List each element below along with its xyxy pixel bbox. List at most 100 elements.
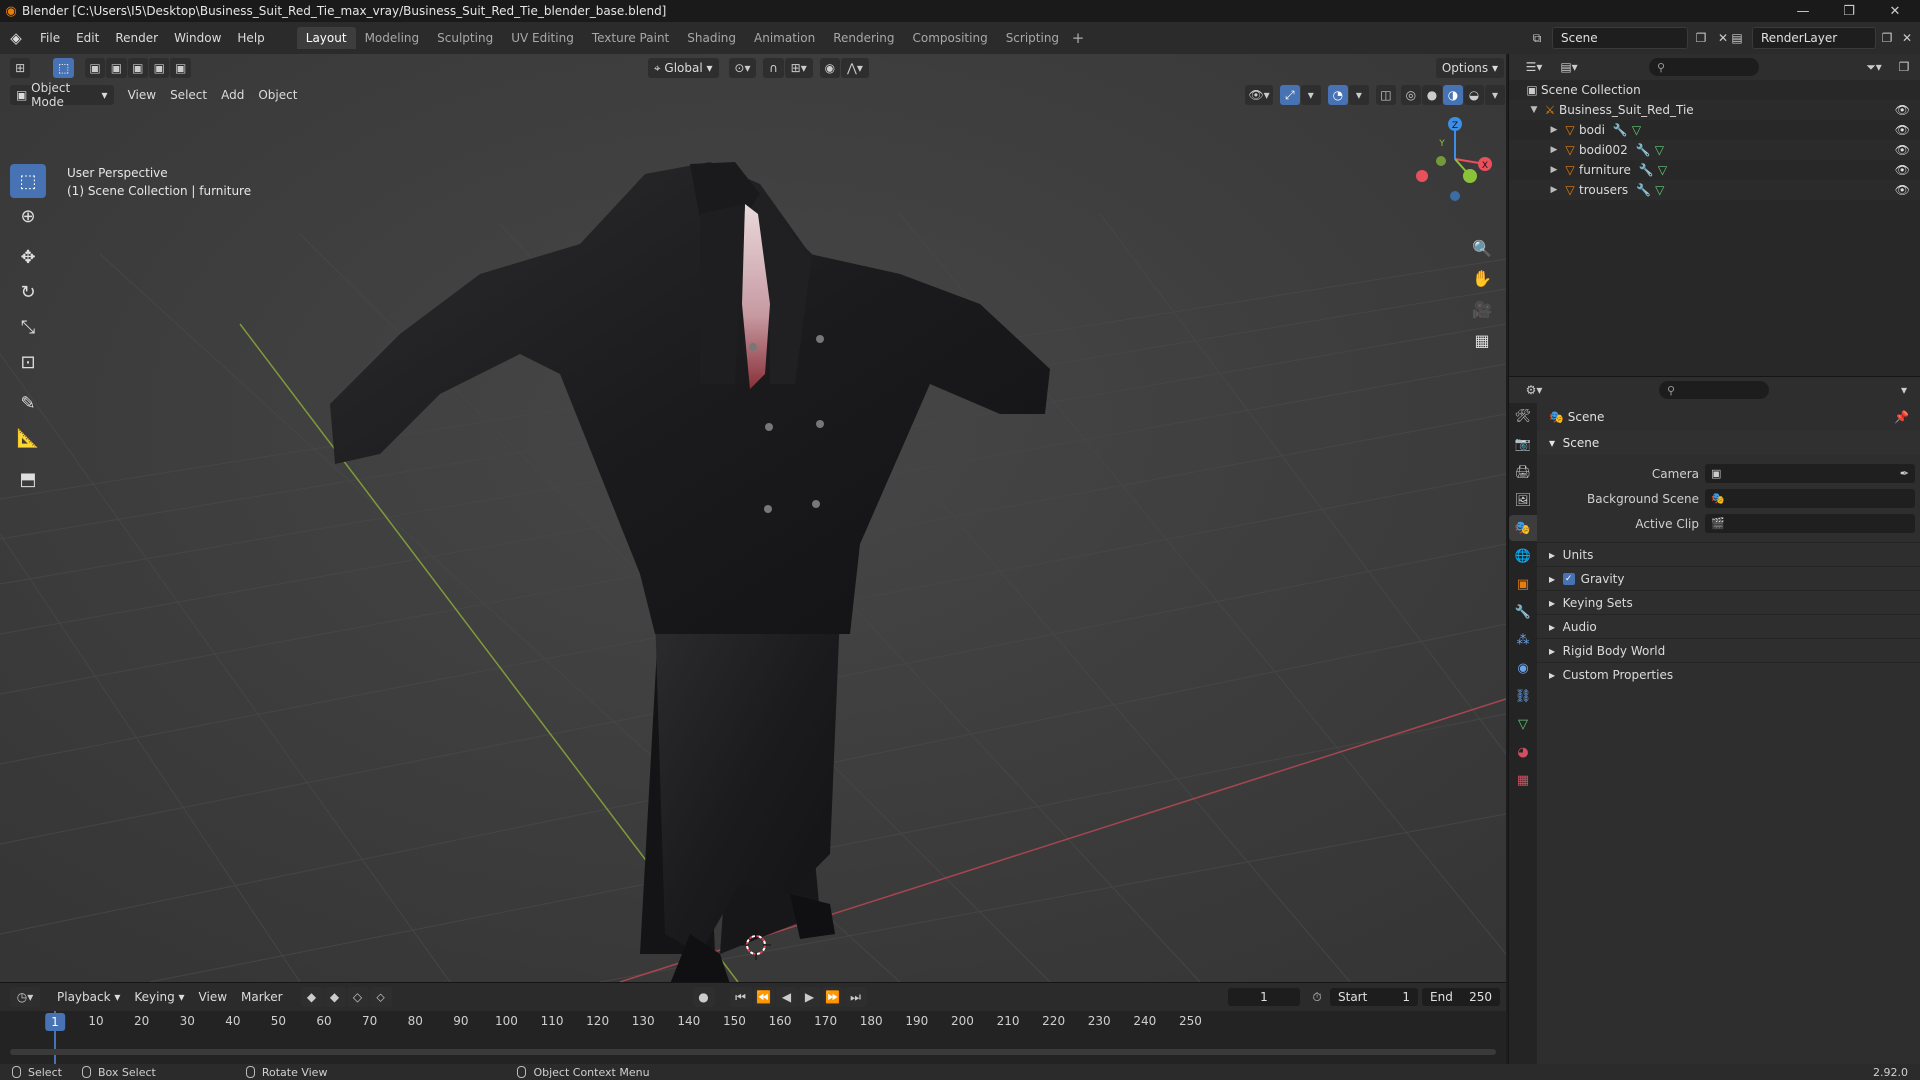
scale-tool-icon[interactable]: ⤡	[10, 310, 46, 344]
outliner-search-input[interactable]: ⚲	[1649, 58, 1759, 76]
outliner-row-object[interactable]: ▶ ▽ bodi002 🔧 ▽ 👁	[1509, 140, 1920, 160]
properties-options-icon[interactable]: ▾	[1893, 380, 1915, 400]
data-tab-icon[interactable]: ▽	[1509, 711, 1537, 737]
modifier-wrench-icon[interactable]: 🔧	[1613, 123, 1628, 137]
visibility-eye-icon[interactable]: 👁	[1895, 163, 1910, 177]
render-tab-icon[interactable]: 📷	[1509, 431, 1537, 457]
keyframe-auto-icon[interactable]: ⬦	[369, 987, 392, 1007]
material-shading-icon[interactable]: ◑	[1442, 85, 1463, 105]
scene-field[interactable]: Scene	[1552, 27, 1688, 49]
transform-tool-icon[interactable]: ⊡	[10, 345, 46, 379]
timeline-menu-view[interactable]: View	[193, 987, 233, 1007]
expand-right-icon[interactable]: ▶	[1547, 165, 1561, 175]
material-tab-icon[interactable]: ◕	[1509, 739, 1537, 765]
delete-layer-icon[interactable]: ✕	[1896, 27, 1918, 49]
outliner-row-collection[interactable]: ▼ ⚔ Business_Suit_Red_Tie 👁	[1509, 100, 1920, 120]
modifier-wrench-icon[interactable]: 🔧	[1636, 143, 1651, 157]
new-collection-icon[interactable]: ❐	[1893, 57, 1915, 77]
playhead-frame-badge[interactable]: 1	[45, 1013, 65, 1031]
new-layer-icon[interactable]: ❐	[1876, 27, 1898, 49]
pan-hand-icon[interactable]: ✋	[1468, 264, 1496, 292]
jump-start-icon[interactable]: ⏮	[729, 987, 752, 1007]
restore-button[interactable]: ❐	[1826, 0, 1872, 22]
select-tool-icon[interactable]: ⬚	[53, 58, 74, 78]
pivot-point-icon[interactable]: ⊙▾	[728, 58, 757, 78]
measure-tool-icon[interactable]: 📐	[10, 421, 46, 455]
camera-field[interactable]: ▣ ✒	[1705, 464, 1915, 483]
scene-tab-icon[interactable]: 🎭	[1509, 515, 1537, 541]
expand-down-icon[interactable]: ▼	[1527, 105, 1541, 115]
view-layer-tab-icon[interactable]: 🖼	[1509, 487, 1537, 513]
audio-panel[interactable]: ▸ Audio	[1537, 614, 1920, 638]
outliner-row-object[interactable]: ▶ ▽ trousers 🔧 ▽ 👁	[1509, 180, 1920, 200]
menu-help[interactable]: Help	[229, 27, 272, 49]
outliner-row-scene-collection[interactable]: ▣ Scene Collection	[1509, 80, 1920, 100]
tab-sculpting[interactable]: Sculpting	[428, 27, 502, 49]
minimize-button[interactable]: —	[1780, 0, 1826, 22]
timeline-playback-dropdown[interactable]: Playback ▾	[51, 987, 126, 1007]
gizmo-icon[interactable]: ⤢	[1279, 85, 1300, 105]
zoom-icon[interactable]: 🔍	[1468, 234, 1496, 262]
visibility-eye-icon[interactable]: 👁	[1895, 103, 1910, 117]
overlays-icon[interactable]: ◔	[1327, 85, 1348, 105]
xray-icon[interactable]: ◫	[1375, 85, 1396, 105]
keyframe-prev-icon[interactable]: ◆	[300, 987, 323, 1007]
tab-texture-paint[interactable]: Texture Paint	[583, 27, 678, 49]
mode-dropdown[interactable]: ▣ Object Mode ▾	[10, 81, 114, 109]
add-workspace-button[interactable]: +	[1068, 27, 1088, 49]
expand-right-icon[interactable]: ▶	[1547, 185, 1561, 195]
keying-sets-panel[interactable]: ▸ Keying Sets	[1537, 590, 1920, 614]
pin-icon[interactable]: 📌	[1894, 410, 1909, 424]
proportional-edit-icon[interactable]: ◉	[819, 58, 841, 78]
select-subtract-icon[interactable]: ▣	[127, 58, 149, 78]
gizmo-chevron-icon[interactable]: ▾	[1300, 85, 1321, 105]
rendered-shading-icon[interactable]: ◒	[1463, 85, 1485, 105]
timeline-scrollbar[interactable]	[10, 1049, 1496, 1055]
play-reverse-icon[interactable]: ◀	[775, 987, 798, 1007]
keyframe-insert-icon[interactable]: ◆	[323, 987, 346, 1007]
prev-keyframe-icon[interactable]: ⏪	[752, 987, 775, 1007]
mesh-data-icon[interactable]: ▽	[1655, 143, 1664, 157]
world-tab-icon[interactable]: 🌐	[1509, 543, 1537, 569]
wireframe-shading-icon[interactable]: ◎	[1400, 85, 1421, 105]
jump-end-icon[interactable]: ⏭	[844, 987, 867, 1007]
outliner-row-object[interactable]: ▶ ▽ furniture 🔧 ▽ 👁	[1509, 160, 1920, 180]
falloff-icon[interactable]: ⋀▾	[841, 58, 869, 78]
properties-search-input[interactable]: ⚲	[1659, 381, 1769, 399]
select-new-icon[interactable]: ▣	[84, 58, 106, 78]
scene-browse-icon[interactable]: ⧉	[1526, 27, 1548, 49]
snap-target-icon[interactable]: ⊞▾	[784, 58, 813, 78]
gravity-panel[interactable]: ▸ ✓ Gravity	[1537, 566, 1920, 590]
expand-right-icon[interactable]: ▶	[1547, 125, 1561, 135]
select-box-tool-icon[interactable]: ⬚	[10, 164, 46, 198]
physics-tab-icon[interactable]: ◉	[1509, 655, 1537, 681]
mesh-data-icon[interactable]: ▽	[1632, 123, 1641, 137]
viewport-menu-add[interactable]: Add	[215, 85, 250, 105]
rotate-tool-icon[interactable]: ↻	[10, 275, 46, 309]
particles-tab-icon[interactable]: ⁂	[1509, 627, 1537, 653]
ortho-grid-icon[interactable]: ▦	[1468, 326, 1496, 354]
tab-modeling[interactable]: Modeling	[356, 27, 429, 49]
object-tab-icon[interactable]: ▣	[1509, 571, 1537, 597]
view-layer-icon[interactable]: ▤	[1726, 27, 1748, 49]
navigation-gizmo[interactable]: Z X Y	[1410, 114, 1500, 204]
tab-uv-editing[interactable]: UV Editing	[502, 27, 583, 49]
viewport-menu-object[interactable]: Object	[252, 85, 303, 105]
output-tab-icon[interactable]: 🖨	[1509, 459, 1537, 485]
shading-chevron-icon[interactable]: ▾	[1485, 85, 1506, 105]
end-frame-field[interactable]: End 250	[1422, 988, 1500, 1006]
keyframe-delete-icon[interactable]: ◇	[346, 987, 369, 1007]
modifier-wrench-icon[interactable]: 🔧	[1639, 163, 1654, 177]
options-dropdown[interactable]: Options ▾	[1435, 58, 1504, 78]
tab-scripting[interactable]: Scripting	[997, 27, 1068, 49]
filter-icon[interactable]: ⏷▾	[1859, 57, 1889, 77]
next-keyframe-icon[interactable]: ⏩	[821, 987, 844, 1007]
menu-window[interactable]: Window	[166, 27, 229, 49]
select-invert-icon[interactable]: ▣	[149, 58, 170, 78]
tab-compositing[interactable]: Compositing	[903, 27, 996, 49]
outliner-row-object[interactable]: ▶ ▽ bodi 🔧 ▽ 👁	[1509, 120, 1920, 140]
visibility-icon[interactable]: 👁▾	[1245, 85, 1273, 105]
units-panel[interactable]: ▸ Units	[1537, 542, 1920, 566]
start-frame-field[interactable]: Start 1	[1330, 988, 1418, 1006]
mesh-data-icon[interactable]: ▽	[1655, 183, 1664, 197]
